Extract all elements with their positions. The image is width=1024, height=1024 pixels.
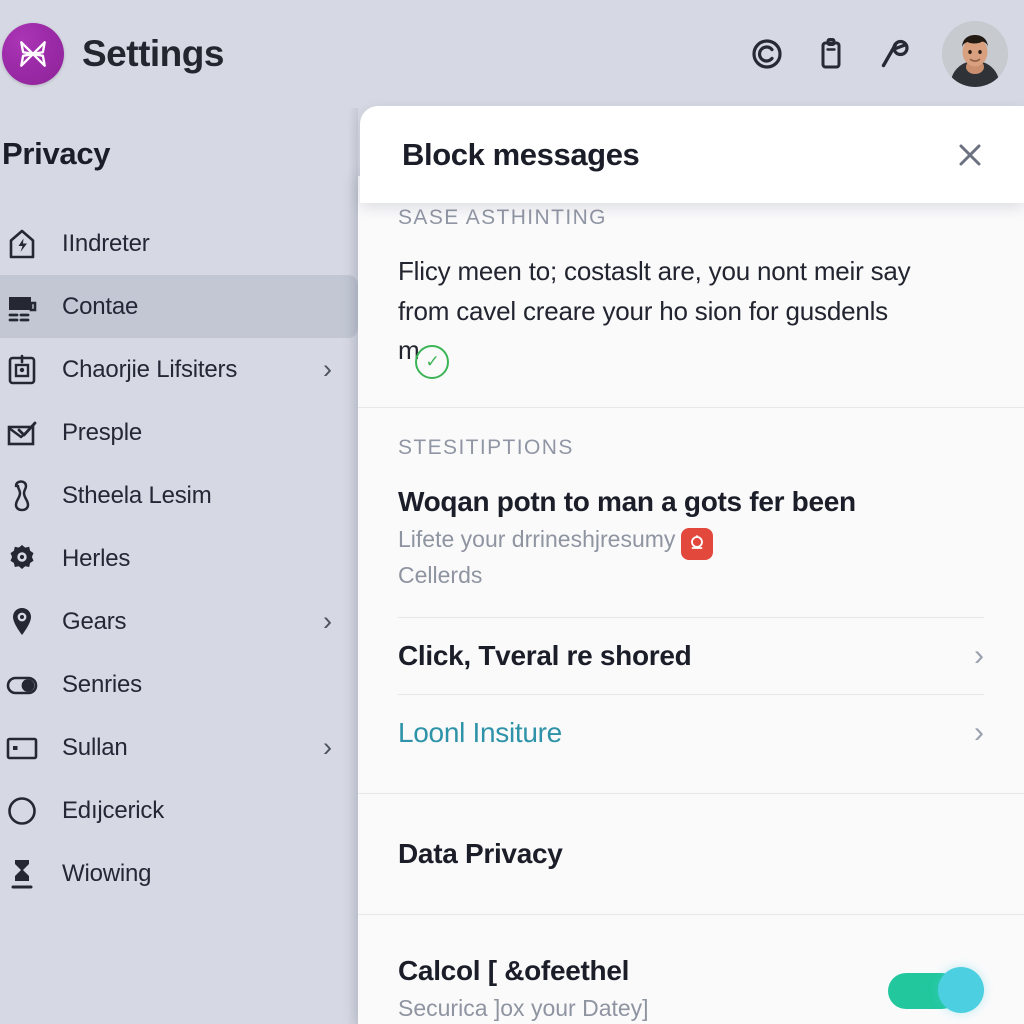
chevron-right-icon: › — [323, 354, 332, 384]
circle-icon — [4, 793, 40, 829]
monitor-icon — [4, 289, 40, 325]
sidebar-item-chaorjie-lifsiters[interactable]: Chaorjie Lifsiters › — [0, 338, 358, 401]
envelope-check-icon — [4, 415, 40, 451]
top-bar-actions — [750, 21, 1008, 87]
subscriptions-section: STESITIPTIONS Woqan potn to man a gots f… — [358, 408, 1024, 771]
settings-screen: Settings Privacy IIndreter Contae Chaorj… — [0, 0, 1024, 1024]
pickaxe-icon[interactable] — [878, 37, 912, 71]
close-icon[interactable] — [950, 135, 990, 175]
body-copy: Flicy meen to; costaslt are, you nont me… — [358, 252, 1024, 407]
clipboard-icon — [4, 352, 40, 388]
privacy-toggle-subtitle: Securica ]ox your Datey] — [398, 995, 649, 1021]
switch-knob — [938, 966, 984, 1013]
sidebar-item-senries[interactable]: Senries — [0, 653, 358, 716]
clipboard-icon[interactable] — [814, 37, 848, 71]
sidebar-item-iindreter[interactable]: IIndreter — [0, 212, 358, 275]
person-icon — [4, 478, 40, 514]
butterfly-logo-icon — [2, 23, 64, 85]
sidebar-item-sullan[interactable]: Sullan › — [0, 716, 358, 779]
sidebar-item-label: Gears — [62, 607, 127, 635]
card-icon — [4, 730, 40, 766]
settings-detail-panel: SASE ASTHINTING Flicy meen to; costaslt … — [358, 176, 1024, 1024]
sidebar-item-label: IIndreter — [62, 229, 150, 257]
body-line-1: Flicy meen to; costaslt are, you nont me… — [398, 256, 911, 286]
list-item-label: Loonl Insiture — [398, 717, 562, 748]
gear-icon — [4, 541, 40, 577]
sidebar-item-label: Wiowing — [62, 859, 152, 887]
copyright-icon[interactable] — [750, 37, 784, 71]
section-kicker: SASE ASTHINTING — [398, 206, 607, 229]
red-app-badge-icon — [681, 527, 714, 560]
subscription-item[interactable]: Woqan potn to man a gots fer been Lifete… — [398, 486, 984, 591]
privacy-toggle-row[interactable]: Calcol [ &ofeethel Securica ]ox your Dat… — [358, 915, 1024, 1024]
sidebar-item-wiowing[interactable]: Wiowing — [0, 842, 358, 905]
sidebar-item-label: Contae — [62, 292, 139, 320]
subscriptions-kicker: STESITIPTIONS — [398, 435, 574, 459]
sidebar-item-herles[interactable]: Herles — [0, 527, 358, 590]
chevron-right-icon: › — [974, 716, 984, 749]
list-item-label: Click, Tveral re shored — [398, 640, 692, 671]
sidebar-heading: Privacy — [2, 136, 111, 171]
body-line-2: from cavel creare your ho sion for gusde… — [398, 295, 888, 326]
subscription-subtitle-line-1: Lifete your drrineshjresumy — [398, 525, 676, 552]
user-avatar[interactable] — [942, 21, 1008, 87]
subscription-item-subtitle: Lifete your drrineshjresumy Cellerds — [398, 524, 984, 591]
subscription-item-title: Woqan potn to man a gots fer been — [398, 485, 856, 517]
privacy-toggle-title: Calcol [ &ofeethel — [398, 955, 630, 986]
modal-title: Block messages — [402, 136, 640, 172]
privacy-toggle-switch[interactable] — [888, 966, 984, 1013]
chevron-right-icon: › — [323, 732, 332, 762]
modal-header: Block messages — [360, 106, 1024, 203]
toggle-icon — [4, 667, 40, 703]
panel-scroll-area[interactable]: SASE ASTHINTING Flicy meen to; costaslt … — [358, 176, 1024, 1024]
sidebar-item-label: Presple — [62, 418, 142, 446]
chevron-right-icon: › — [974, 639, 984, 672]
chevron-right-icon: › — [323, 606, 332, 636]
data-privacy-title: Data Privacy — [398, 838, 563, 869]
sidebar-item-label: Sullan — [62, 733, 128, 761]
sidebar: Privacy IIndreter Contae Chaorjie Lifsit… — [0, 108, 358, 1024]
house-bolt-icon — [4, 226, 40, 262]
page-title: Settings — [82, 33, 224, 74]
list-item[interactable]: Loonl Insiture › — [398, 695, 984, 771]
subscription-subtitle-line-2: Cellerds — [398, 561, 483, 588]
sidebar-item-gears[interactable]: Gears › — [0, 590, 358, 653]
sidebar-item-label: Chaorjie Lifsiters — [62, 355, 238, 383]
sidebar-item-stheela-lesim[interactable]: Stheela Lesim — [0, 464, 358, 527]
sidebar-item-label: Herles — [62, 544, 131, 572]
sidebar-item-presple[interactable]: Presple — [0, 401, 358, 464]
sidebar-item-label: Stheela Lesim — [62, 481, 212, 509]
location-pin-icon — [4, 604, 40, 640]
sidebar-item-edijcerick[interactable]: Edıjcerick — [0, 779, 358, 842]
brand: Settings — [0, 23, 224, 85]
sidebar-item-label: Edıjcerick — [62, 796, 165, 824]
figure-icon — [4, 856, 40, 892]
green-check-circle-icon: ✓ — [415, 344, 450, 379]
sidebar-item-contae[interactable]: Contae — [0, 275, 358, 338]
top-bar: Settings — [0, 0, 1024, 108]
privacy-toggle-texts: Calcol [ &ofeethel Securica ]ox your Dat… — [398, 955, 888, 1024]
sidebar-item-label: Senries — [62, 670, 142, 698]
list-item[interactable]: Click, Tveral re shored › — [398, 618, 984, 694]
